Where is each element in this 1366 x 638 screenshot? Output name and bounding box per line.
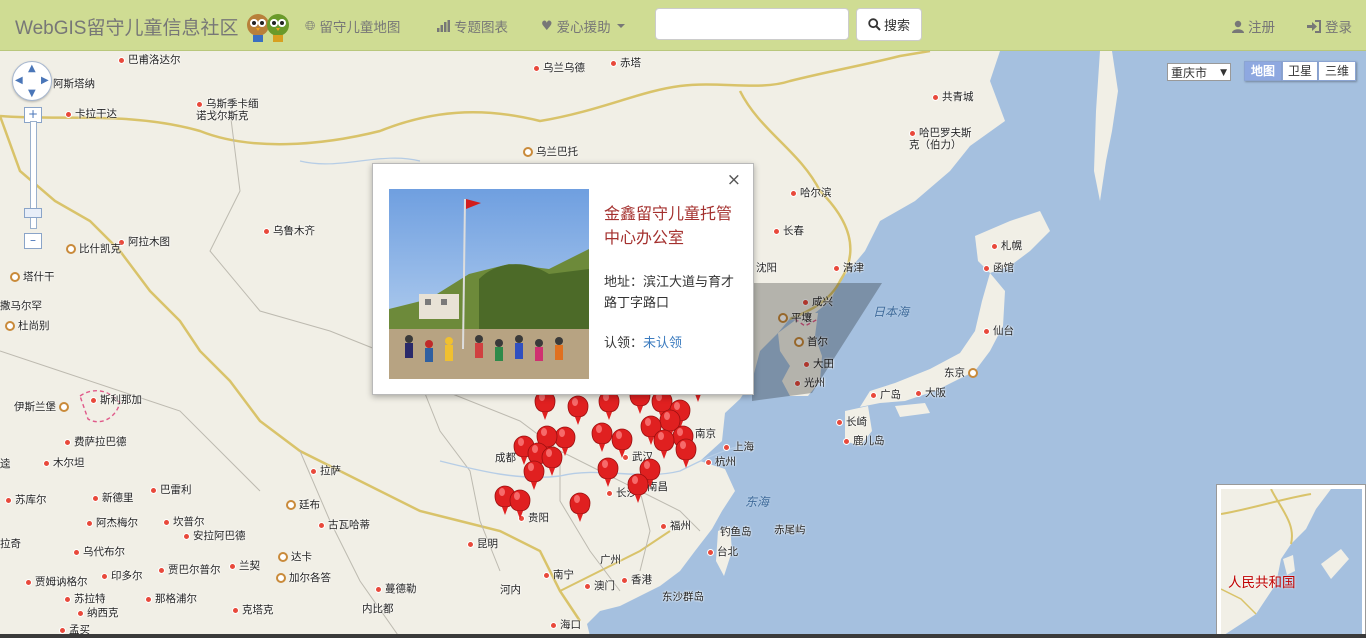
- map-marker[interactable]: [569, 492, 591, 523]
- map-marker[interactable]: [591, 422, 613, 453]
- info-window-popup: × 金鑫留守儿童托管中心办公室 地址：滨江大道与育才路丁字路口 认领：未认领: [372, 163, 754, 395]
- login-label: 登录: [1325, 20, 1352, 36]
- search-button[interactable]: 搜索: [856, 8, 922, 41]
- map-pan-control[interactable]: ▲ ▼ ◀ ▶: [12, 61, 52, 101]
- heart-icon: ♥: [541, 18, 553, 34]
- overview-label: 人民共和国: [1228, 575, 1296, 591]
- pan-up-icon[interactable]: ▲: [28, 63, 36, 74]
- popup-address: 地址：滨江大道与育才路丁字路口: [604, 272, 739, 314]
- map-marker[interactable]: [534, 390, 556, 421]
- register-link[interactable]: 注册: [1232, 16, 1275, 36]
- nav-love-aid-dropdown[interactable]: ♥ 爱心援助: [541, 16, 625, 36]
- pan-down-icon[interactable]: ▼: [28, 88, 36, 99]
- popup-claim: 认领：未认领: [604, 332, 682, 351]
- map-marker[interactable]: [653, 429, 675, 460]
- user-icon: [1232, 20, 1244, 33]
- popup-shadow: [752, 283, 882, 401]
- map-marker[interactable]: [597, 457, 619, 488]
- select-arrow-icon: ▼: [1220, 68, 1227, 78]
- overview-basemap: [1221, 489, 1349, 637]
- city-select-value: 重庆市: [1171, 66, 1208, 80]
- pan-left-icon[interactable]: ◀: [15, 75, 23, 86]
- zoom-slider-handle[interactable]: [24, 208, 42, 218]
- top-navbar: WebGIS留守儿童信息社区 🌐︎ 留守儿童地图 专题图表 ♥ 爱心援助 搜索: [0, 0, 1366, 51]
- popup-title: 金鑫留守儿童托管中心办公室: [604, 204, 733, 247]
- search-button-label: 搜索: [883, 19, 910, 34]
- register-label: 注册: [1248, 20, 1275, 36]
- nav-thematic-charts[interactable]: 专题图表: [437, 16, 508, 36]
- map-marker[interactable]: [523, 460, 545, 491]
- address-label: 地址：: [604, 275, 644, 290]
- center-photo: [389, 189, 589, 379]
- nav-children-map[interactable]: 🌐︎ 留守儿童地图: [305, 16, 401, 37]
- map-marker[interactable]: [675, 438, 697, 469]
- bar-chart-icon: [437, 20, 450, 32]
- bottom-strip: [0, 634, 1366, 638]
- maptype-satellite-button[interactable]: 卫星: [1282, 61, 1318, 81]
- map-marker[interactable]: [541, 446, 563, 477]
- nav-thematic-charts-label: 专题图表: [454, 20, 508, 36]
- login-link[interactable]: 登录: [1307, 16, 1352, 36]
- claim-status-link[interactable]: 未认领: [643, 336, 682, 351]
- city-select[interactable]: 重庆市 ▼: [1167, 63, 1231, 81]
- maptype-map-button[interactable]: 地图: [1244, 61, 1282, 81]
- map-marker[interactable]: [627, 473, 649, 504]
- brand-title[interactable]: WebGIS留守儿童信息社区: [15, 13, 238, 40]
- claim-label: 认领：: [604, 336, 644, 351]
- map-canvas[interactable]: 日本海 东海 巴甫洛达尔 阿斯塔纳 卡拉干达 乌斯季卡缅诺戈尔斯克 乌兰乌德 赤…: [0, 51, 1366, 638]
- caret-down-icon: [616, 24, 625, 28]
- nav-love-aid-label: 爱心援助: [556, 20, 611, 36]
- globe-icon: 🌐︎: [305, 18, 316, 34]
- pan-right-icon[interactable]: ▶: [41, 75, 49, 86]
- close-icon[interactable]: ×: [727, 170, 741, 190]
- map-marker[interactable]: [509, 489, 531, 520]
- search-input[interactable]: [655, 8, 849, 40]
- map-marker[interactable]: [611, 428, 633, 459]
- map-marker[interactable]: [567, 395, 589, 426]
- search-icon: [868, 18, 881, 31]
- login-icon: [1307, 19, 1321, 33]
- overview-map[interactable]: 人民共和国: [1216, 484, 1366, 638]
- map-marker[interactable]: [598, 390, 620, 421]
- zoom-out-button[interactable]: –: [24, 233, 42, 249]
- owl-logo-icon: [247, 14, 289, 42]
- nav-children-map-label: 留守儿童地图: [319, 20, 401, 36]
- maptype-3d-button[interactable]: 三维: [1318, 61, 1356, 81]
